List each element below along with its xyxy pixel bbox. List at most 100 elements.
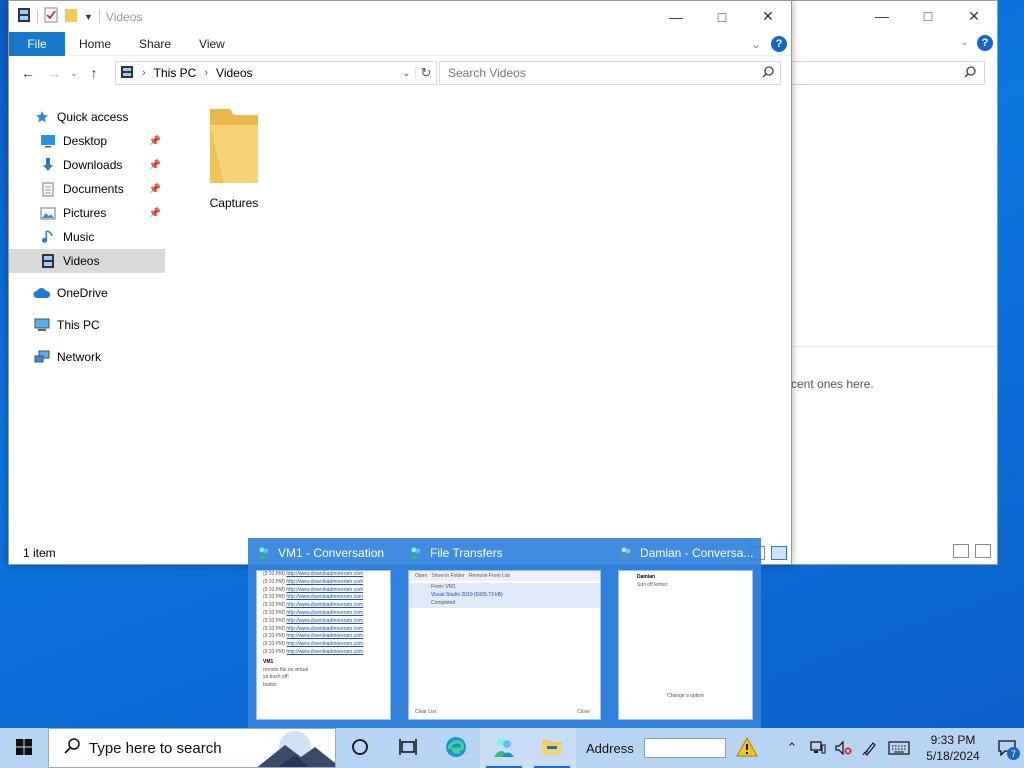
volume-muted-icon[interactable] [834, 738, 854, 758]
nav-item-network[interactable]: Network [9, 345, 165, 369]
taskbar-app-messenger[interactable] [480, 728, 528, 768]
show-hidden-icons-icon[interactable]: ⌃ [782, 738, 802, 758]
network-icon[interactable] [808, 738, 828, 758]
window-title: Videos [105, 9, 143, 24]
breadcrumb-this-pc[interactable]: This PC [154, 66, 197, 80]
chat-link: http://www.downloadmoreram.com [286, 571, 364, 577]
search-icon [756, 65, 780, 81]
clock[interactable]: 9:33 PM 5/18/2024 [918, 732, 988, 764]
new-folder-icon[interactable] [64, 7, 78, 26]
chat-line: (9:33 PM) http://www.downloadmoreram.com [263, 571, 364, 577]
pin-icon[interactable]: 📌 [149, 160, 161, 171]
expand-ribbon-icon[interactable]: ⌄ [751, 37, 761, 51]
close-icon[interactable]: ✕ [745, 2, 791, 32]
properties-icon[interactable] [44, 7, 58, 26]
edge-browser-icon [445, 736, 467, 761]
nav-item-this-pc[interactable]: This PC [9, 313, 165, 337]
chat-sender: Damian [637, 574, 656, 580]
messenger-icon [256, 545, 272, 561]
large-icons-view-icon[interactable] [771, 546, 787, 560]
folder-item[interactable]: Captures [199, 105, 269, 210]
up-arrow-icon[interactable]: ↑ [81, 65, 107, 81]
pin-icon[interactable]: 📌 [149, 208, 161, 219]
back-arrow-icon[interactable]: ← [15, 65, 41, 81]
videos-app-icon[interactable] [17, 7, 31, 26]
thumbnail-preview: Open Show in Folder Remove From List Fro… [408, 570, 601, 720]
chat-link: http://www.downloadmoreram.com [286, 578, 364, 585]
nav-item-pictures[interactable]: Pictures 📌 [9, 201, 165, 225]
nav-item-videos[interactable]: Videos [9, 249, 165, 273]
downloads-icon [39, 157, 57, 173]
taskbar-app-edge[interactable] [432, 728, 480, 768]
divider [791, 346, 997, 347]
taskbar-search-box[interactable]: Type here to search [48, 728, 336, 768]
task-view-button[interactable] [384, 728, 432, 768]
close-icon[interactable]: ✕ [951, 1, 997, 31]
chevron-down-icon[interactable]: ⌄ [961, 37, 969, 48]
tab-share[interactable]: Share [125, 32, 185, 56]
nav-quick-access[interactable]: Quick access [9, 105, 165, 129]
background-search-box[interactable] [791, 61, 985, 85]
search-input[interactable] [448, 66, 756, 80]
computer-icon [33, 317, 51, 333]
nav-label: Pictures [63, 206, 107, 220]
warning-icon[interactable] [735, 736, 758, 760]
nav-item-documents[interactable]: Documents 📌 [9, 177, 165, 201]
forward-arrow-icon[interactable]: → [41, 65, 67, 81]
cortana-button[interactable] [336, 728, 384, 768]
recent-locations-icon[interactable]: ⌄ [67, 68, 81, 79]
chevron-right-icon[interactable]: › [142, 67, 146, 79]
chat-link: http://www.downloadmoreram.com [286, 625, 364, 632]
keyboard-icon[interactable] [886, 738, 912, 758]
explorer-window[interactable]: ▼ Videos — □ ✕ File Home Share View ⌄ ? … [8, 0, 792, 565]
tab-home[interactable]: Home [65, 32, 125, 56]
thumbnail-file-transfers[interactable]: File Transfers Open Show in Folder Remov… [400, 538, 610, 728]
maximize-icon[interactable]: □ [905, 1, 951, 31]
nav-item-desktop[interactable]: Desktop 📌 [9, 129, 165, 153]
chat-link: http://www.downloadmoreram.com [286, 617, 364, 624]
window-controls: — □ ✕ [653, 2, 791, 32]
tab-view[interactable]: View [185, 32, 239, 56]
search-highlight-art [255, 729, 335, 767]
nav-item-downloads[interactable]: Downloads 📌 [9, 153, 165, 177]
open-button: Open [415, 573, 428, 579]
taskbar-app-file-explorer[interactable] [528, 728, 576, 768]
help-icon[interactable]: ? [977, 35, 993, 51]
clock-date: 5/18/2024 [926, 749, 980, 763]
chevron-down-icon[interactable]: ⌄ [398, 67, 416, 79]
chevron-right-icon[interactable]: › [204, 67, 208, 79]
windows-logo-icon [16, 738, 32, 758]
search-box[interactable] [439, 61, 781, 85]
file-explorer-icon [541, 737, 563, 760]
thumbnail-damian-conversation[interactable]: Damian - Conversa... Damian Sun off lett… [610, 538, 761, 728]
taskbar-thumbnail-flyout: VM1 - Conversation (9:33 PM) http://www.… [248, 538, 761, 728]
minimize-icon[interactable]: — [859, 1, 905, 31]
notification-count: 7 [1007, 747, 1020, 760]
minimize-icon[interactable]: — [653, 2, 699, 32]
large-icons-view-icon[interactable] [975, 544, 991, 558]
help-icon[interactable]: ? [771, 35, 787, 52]
pin-icon[interactable]: 📌 [149, 184, 161, 195]
tab-file[interactable]: File [9, 31, 65, 56]
maximize-icon[interactable]: □ [699, 2, 745, 32]
nav-label: Videos [63, 254, 100, 268]
nav-item-music[interactable]: Music [9, 225, 165, 249]
refresh-icon[interactable]: ↻ [416, 65, 436, 81]
pen-icon[interactable] [860, 738, 880, 758]
address-toolbar-input[interactable] [643, 738, 726, 758]
messenger-icon [408, 545, 424, 561]
breadcrumb-videos[interactable]: Videos [216, 66, 252, 80]
customize-toolbar-icon[interactable]: ▼ [84, 12, 93, 22]
details-view-icon[interactable] [953, 544, 969, 558]
folder-icon [206, 105, 262, 190]
thumbnail-vm1-conversation[interactable]: VM1 - Conversation (9:33 PM) http://www.… [248, 538, 400, 728]
address-bar[interactable]: › This PC › Videos ⌄ ↻ [115, 61, 437, 85]
title-bar[interactable]: ▼ Videos — □ ✕ [9, 1, 791, 32]
start-button[interactable] [0, 728, 48, 768]
pictures-icon [39, 205, 57, 221]
notifications-icon[interactable]: 7 [994, 738, 1020, 760]
background-window[interactable]: — □ ✕ ⌄ ? cent ones here. [790, 0, 998, 565]
nav-item-onedrive[interactable]: OneDrive [9, 281, 165, 305]
pin-icon[interactable]: 📌 [149, 136, 161, 147]
